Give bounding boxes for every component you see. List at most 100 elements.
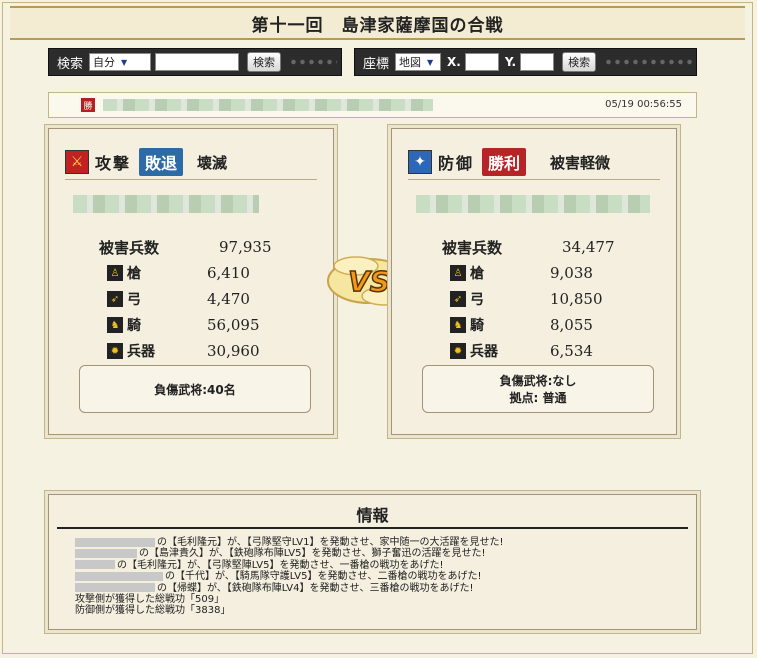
unit-value: 9,038 bbox=[550, 264, 593, 282]
attack-unit-row: ♞ 騎 56,095 bbox=[99, 312, 272, 338]
siege-icon: ✹ bbox=[107, 343, 123, 359]
redacted-name bbox=[75, 583, 155, 593]
horse-icon: ♞ bbox=[450, 317, 466, 333]
unit-name: 槍 bbox=[470, 266, 484, 282]
battle-title-bar: 第十一回 島津家薩摩国の合戦 bbox=[10, 6, 745, 40]
attack-merit: 攻撃側が獲得した総戦功「509」 bbox=[75, 594, 225, 606]
unit-value: 4,470 bbox=[207, 290, 250, 308]
unit-name: 騎 bbox=[470, 318, 484, 334]
defense-label: 防御 bbox=[438, 154, 475, 173]
unit-name: 兵器 bbox=[127, 344, 155, 360]
defense-bird-icon: ✦ bbox=[408, 150, 432, 174]
coord-label: 座標 bbox=[363, 56, 390, 72]
crossed-swords-icon: ⚔ bbox=[65, 150, 89, 174]
chevron-down-icon: ▼ bbox=[427, 57, 434, 67]
bow-icon: ➶ bbox=[107, 291, 123, 307]
page-title: 第十一回 島津家薩摩国の合戦 bbox=[251, 15, 504, 36]
coord-search-bar: 座標 地図 ▼ X. Y. 検索 bbox=[354, 48, 697, 76]
attack-panel: ⚔ 攻撃 敗退 壊滅 被害兵数 97,935 ♙ 槍 6,410 ➶ 弓 4,4… bbox=[48, 128, 334, 435]
search-input[interactable] bbox=[155, 53, 240, 71]
attack-result-badge: 敗退 bbox=[139, 148, 184, 176]
attack-unit-row: ✹ 兵器 30,960 bbox=[99, 338, 272, 364]
log-text: の【島津貴久】が、【鉄砲隊布陣LV5】を発動させ、獅子奮迅の活躍を見せた! bbox=[139, 548, 486, 560]
siege-icon: ✹ bbox=[450, 343, 466, 359]
attack-casualties-row: 被害兵数 97,935 bbox=[99, 234, 272, 260]
attack-status: 壊滅 bbox=[197, 153, 228, 172]
defense-unit-row: ➶ 弓 10,850 bbox=[442, 286, 615, 312]
decorative-dots bbox=[604, 56, 692, 68]
chevron-down-icon: ▼ bbox=[121, 57, 128, 67]
log-text: の【毛利隆元】が、【弓隊堅守LV1】を発動させ、家中随一の大活躍を見せた! bbox=[157, 537, 504, 548]
log-text: の【毛利隆元】が、【弓隊堅陣LV5】を発動させ、一番槍の戦功をあげた! bbox=[117, 559, 444, 571]
unit-value: 30,960 bbox=[207, 342, 260, 360]
defense-result-badge: 勝利 bbox=[482, 148, 527, 176]
x-label: X. bbox=[447, 55, 461, 69]
x-coordinate-input[interactable] bbox=[464, 53, 499, 71]
search-bar: 検索 自分 ▼ 検索 bbox=[48, 48, 342, 76]
redacted-name bbox=[75, 560, 115, 570]
log-line: の【帰蝶】が、【鉄砲隊布陣LV4】を発動させ、三番槍の戦功をあげた! bbox=[75, 583, 503, 594]
attack-unit-row: ♙ 槍 6,410 bbox=[99, 260, 272, 286]
spear-icon: ♙ bbox=[107, 265, 123, 281]
defense-unit-row: ♙ 槍 9,038 bbox=[442, 260, 615, 286]
info-title: 情報 bbox=[57, 501, 688, 529]
attack-stats: 被害兵数 97,935 ♙ 槍 6,410 ➶ 弓 4,470 ♞ 騎 56,0… bbox=[99, 234, 272, 364]
search-scope-value: 自分 bbox=[93, 56, 116, 69]
unit-name: 騎 bbox=[127, 318, 141, 334]
unit-value: 56,095 bbox=[207, 316, 260, 334]
defense-casualties-row: 被害兵数 34,477 bbox=[442, 234, 615, 260]
coord-search-button[interactable]: 検索 bbox=[562, 52, 597, 72]
attack-casualties: 97,935 bbox=[219, 238, 272, 256]
win-badge: 勝 bbox=[81, 98, 95, 112]
unit-value: 8,055 bbox=[550, 316, 593, 334]
log-line: の【毛利隆元】が、【弓隊堅守LV1】を発動させ、家中随一の大活躍を見せた! bbox=[75, 537, 503, 548]
defense-casualties: 34,477 bbox=[562, 238, 615, 256]
map-select[interactable]: 地図 ▼ bbox=[395, 53, 442, 71]
info-panel: 情報 の【毛利隆元】が、【弓隊堅守LV1】を発動させ、家中随一の大活躍を見せた!… bbox=[48, 494, 697, 630]
battle-timestamp: 05/19 00:56:55 bbox=[605, 99, 682, 110]
y-label: Y. bbox=[504, 55, 517, 69]
unit-value: 6,534 bbox=[550, 342, 593, 360]
log-line: の【毛利隆元】が、【弓隊堅陣LV5】を発動させ、一番槍の戦功をあげた! bbox=[75, 560, 503, 571]
unit-value: 10,850 bbox=[550, 290, 603, 308]
attack-unit-row: ➶ 弓 4,470 bbox=[99, 286, 272, 312]
defense-unit-row: ♞ 騎 8,055 bbox=[442, 312, 615, 338]
attack-injured: 負傷武将:40名 bbox=[154, 382, 236, 397]
decorative-dots bbox=[289, 56, 337, 68]
defense-status: 被害軽微 bbox=[550, 153, 611, 172]
unit-name: 槍 bbox=[127, 266, 141, 282]
log-line: の【島津貴久】が、【鉄砲隊布陣LV5】を発動させ、獅子奮迅の活躍を見せた! bbox=[75, 548, 503, 559]
map-select-value: 地図 bbox=[399, 56, 422, 69]
horse-icon: ♞ bbox=[107, 317, 123, 333]
unit-name: 弓 bbox=[127, 292, 141, 308]
log-text: の【千代】が、【騎馬隊守護LV5】を発動させ、二番槍の戦功をあげた! bbox=[165, 571, 482, 583]
unit-name: 弓 bbox=[470, 292, 484, 308]
defense-unit-row: ✹ 兵器 6,534 bbox=[442, 338, 615, 364]
search-label: 検索 bbox=[57, 56, 84, 72]
defense-injured: 負傷武将:なし bbox=[499, 374, 577, 388]
spear-icon: ♙ bbox=[450, 265, 466, 281]
attack-label: 攻撃 bbox=[95, 154, 132, 173]
search-button[interactable]: 検索 bbox=[247, 52, 282, 72]
redacted-participants bbox=[103, 99, 433, 111]
bow-icon: ➶ bbox=[450, 291, 466, 307]
defense-merit: 防御側が獲得した総戦功「3838」 bbox=[75, 605, 231, 617]
defense-stats: 被害兵数 34,477 ♙ 槍 9,038 ➶ 弓 10,850 ♞ 騎 8,0… bbox=[442, 234, 615, 364]
vs-text: VS bbox=[348, 265, 390, 298]
redacted-name bbox=[75, 548, 137, 558]
redacted-name bbox=[75, 537, 155, 547]
redacted-name bbox=[75, 571, 163, 581]
defense-panel: ✦ 防御 勝利 被害軽微 被害兵数 34,477 ♙ 槍 9,038 ➶ 弓 1… bbox=[391, 128, 677, 435]
casualties-label: 被害兵数 bbox=[442, 238, 503, 257]
casualties-label: 被害兵数 bbox=[99, 238, 160, 257]
redacted-defender bbox=[416, 195, 650, 213]
defense-base-status: 拠点: 普通 bbox=[509, 391, 567, 405]
search-scope-select[interactable]: 自分 ▼ bbox=[89, 53, 152, 71]
battle-summary-line: 勝 05/19 00:56:55 bbox=[48, 92, 697, 118]
attack-injured-box: 負傷武将:40名 bbox=[79, 365, 311, 413]
log-line: の【千代】が、【騎馬隊守護LV5】を発動させ、二番槍の戦功をあげた! bbox=[75, 571, 503, 582]
attack-header: ⚔ 攻撃 敗退 壊滅 bbox=[65, 145, 317, 180]
y-coordinate-input[interactable] bbox=[520, 53, 555, 71]
defense-injured-box: 負傷武将:なし 拠点: 普通 bbox=[422, 365, 654, 413]
battle-log: の【毛利隆元】が、【弓隊堅守LV1】を発動させ、家中随一の大活躍を見せた! の【島… bbox=[75, 537, 503, 617]
